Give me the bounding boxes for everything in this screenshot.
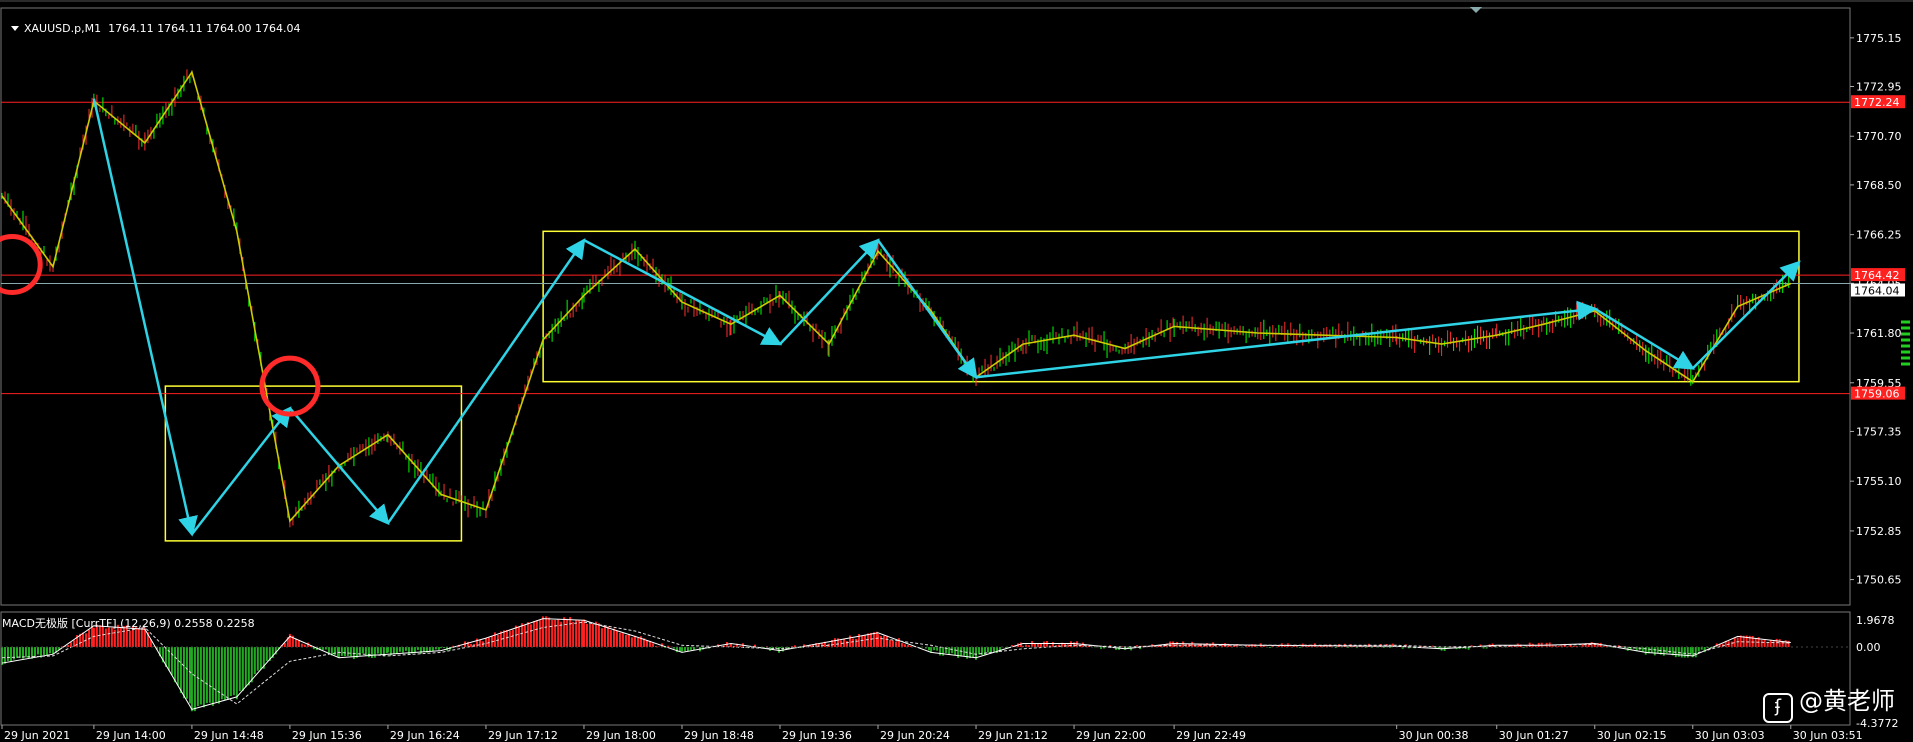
x-tick-label: 29 Jun 19:36 [782, 729, 852, 742]
candles-group [1, 69, 1790, 528]
wave-arrow[interactable] [975, 300, 1598, 379]
wave-arrow[interactable] [779, 238, 880, 345]
x-tick-label: 30 Jun 00:38 [1399, 729, 1469, 742]
price-chart[interactable]: 1775.15 1772.95 1770.70 1768.50 1766.25 1764.… [0, 0, 1913, 742]
watermark-text: @黄老师 [1799, 687, 1895, 715]
consolidation-zone-box[interactable] [164, 385, 463, 542]
macd-indicator-label: MACD无极版 [CurrTF] (12,26,9) 0.2558 0.2258 [2, 617, 255, 630]
x-tick-label: 30 Jun 02:15 [1597, 729, 1667, 742]
wave-arrow[interactable] [876, 239, 978, 380]
macd-panel-frame [0, 611, 1851, 726]
y-tick-label: 1761.80 [1856, 327, 1902, 340]
wave-arrow[interactable] [583, 239, 783, 346]
x-tick-label: 30 Jun 01:27 [1499, 729, 1569, 742]
y-tick-label: 1775.15 [1856, 32, 1902, 45]
watermark: ʄ @黄老师 [1763, 681, 1895, 723]
y-tick-label: 1768.50 [1856, 179, 1902, 192]
highlight-circle[interactable] [0, 233, 43, 295]
y-tick-label: 1750.65 [1856, 574, 1902, 587]
macd-histogram [1, 616, 1790, 712]
y-tick-label: 1757.35 [1856, 425, 1902, 438]
x-tick-label: 29 Jun 20:24 [880, 729, 950, 742]
shift-marker-icon [1470, 7, 1482, 13]
x-tick-label: 29 Jun 22:00 [1076, 729, 1146, 742]
dropdown-triangle-icon[interactable] [11, 26, 19, 31]
x-tick-label: 29 Jun 15:36 [292, 729, 362, 742]
macd-main-line[interactable] [1, 618, 1791, 710]
x-tick-label: 29 Jun 2021 [4, 729, 70, 742]
wave-arrow[interactable] [190, 406, 292, 536]
wave-arrow[interactable] [92, 98, 198, 537]
x-tick-label: 29 Jun 18:48 [684, 729, 754, 742]
price-y-axis: 1775.15 1772.95 1770.70 1768.50 1766.25 1764.… [1850, 32, 1902, 587]
x-tick-label: 29 Jun 14:00 [96, 729, 166, 742]
ohlc-label: 1764.11 1764.11 1764.00 1764.04 [108, 22, 301, 35]
symbol-label: XAUUSD.p,M1 [24, 22, 102, 35]
time-x-axis: 29 Jun 2021 29 Jun 14:00 29 Jun 14:48 29 Ju… [1, 725, 1863, 742]
price-level-label: 1772.24 [1854, 96, 1900, 109]
y-tick-label: 1770.70 [1856, 130, 1902, 143]
wave-arrow[interactable] [1594, 307, 1695, 370]
price-level-label: 1764.42 [1854, 269, 1900, 282]
y-tick-label: 1752.85 [1856, 525, 1902, 538]
macd-y-tick-label: 1.9678 [1856, 614, 1895, 627]
y-tick-label: 1766.25 [1856, 229, 1902, 242]
x-tick-label: 29 Jun 17:12 [488, 729, 558, 742]
price-level-label: 1759.06 [1854, 388, 1900, 401]
y-tick-label: 1772.95 [1856, 80, 1902, 93]
macd-signal-line[interactable] [1, 621, 1791, 705]
y-tick-label: 1755.10 [1856, 475, 1902, 488]
x-tick-label: 29 Jun 18:00 [586, 729, 656, 742]
price-line[interactable] [1, 70, 1792, 523]
consolidation-zone-box[interactable] [542, 230, 1800, 383]
chart-symbol-header[interactable]: XAUUSD.p,M1 1764.11 1764.11 1764.00 1764… [4, 9, 301, 35]
x-tick-label: 30 Jun 03:03 [1695, 729, 1765, 742]
x-tick-label: 30 Jun 03:51 [1793, 729, 1863, 742]
brand-logo-icon: ʄ [1763, 693, 1793, 723]
wave-arrow[interactable] [1691, 260, 1801, 370]
price-level-label: 1764.04 [1854, 285, 1900, 298]
x-tick-label: 29 Jun 21:12 [978, 729, 1048, 742]
x-tick-label: 29 Jun 14:48 [194, 729, 264, 742]
x-tick-label: 29 Jun 22:49 [1176, 729, 1246, 742]
macd-y-tick-label: 0.00 [1856, 641, 1881, 654]
x-tick-label: 29 Jun 16:24 [390, 729, 460, 742]
